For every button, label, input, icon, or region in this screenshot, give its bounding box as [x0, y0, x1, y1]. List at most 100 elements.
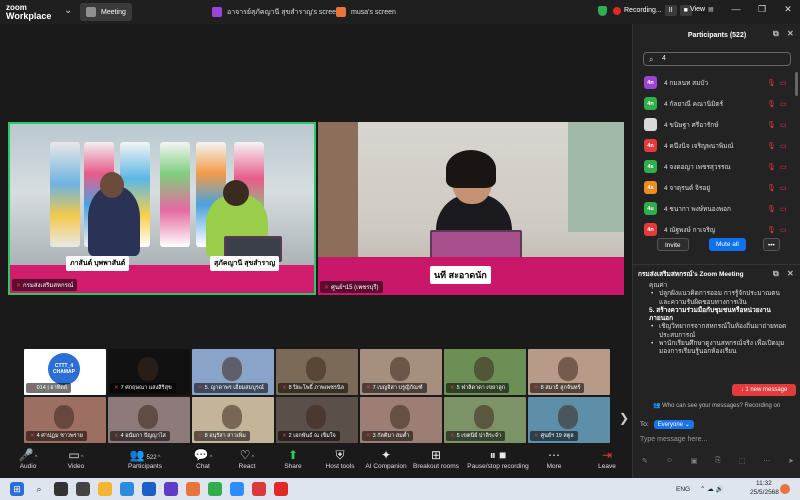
video-button[interactable]: ▭^ Video: [48, 447, 104, 470]
popout-icon[interactable]: ⧉: [773, 269, 779, 279]
pause-stop-recording-button[interactable]: ⏸ ■ Pause/stop recording: [466, 447, 530, 470]
microphone-muted-icon[interactable]: 🎙: [767, 121, 776, 129]
gallery-video-tile[interactable]: ✕ 2 เอกพันธ์ ณ เข็มใจ: [276, 397, 358, 443]
gallery-video-tile[interactable]: ✕ 4 ศาปฏม ชาวพราย: [24, 397, 106, 443]
gallery-video-tile[interactable]: ✕ 7 เบญจิสา บรูญิกัณฑ์: [360, 349, 442, 395]
windows-start-icon[interactable]: ⊞: [10, 482, 24, 496]
video-off-icon[interactable]: ▭: [780, 205, 787, 213]
gallery-video-tile[interactable]: ✕ 7 ศกฤษณา แสงสิริสุข: [108, 349, 190, 395]
breakout-rooms-button[interactable]: ⊞ Breakout rooms: [408, 447, 464, 470]
video-tile-main-1[interactable]: ภาสันต์ บุพพาสันต์ สุภัคญานี สุขสำราญ ✕ ก…: [8, 122, 316, 295]
view-button[interactable]: View ▦: [690, 6, 714, 13]
search-icon[interactable]: ⌕: [32, 482, 46, 496]
microphone-muted-icon[interactable]: 🎙: [767, 79, 776, 87]
tab-screen-share-2[interactable]: musa's screen: [330, 3, 402, 21]
shield-icon[interactable]: [598, 5, 607, 16]
format-icon[interactable]: ✎: [642, 457, 648, 465]
mute-all-button[interactable]: Mute all: [709, 238, 746, 251]
leave-button[interactable]: ⇥ Leave: [579, 447, 635, 470]
chevron-right-icon[interactable]: ❯: [619, 411, 629, 425]
recipient-dropdown[interactable]: Everyone ⌄: [653, 420, 694, 429]
store-icon[interactable]: [142, 482, 156, 496]
app-icon[interactable]: [164, 482, 178, 496]
clock-time[interactable]: 11:32: [756, 480, 772, 487]
pause-recording-button[interactable]: II: [664, 5, 677, 16]
gallery-video-tile[interactable]: ✕ 5. ญาดาพร เอี่ยมสมบูรณ์: [192, 349, 274, 395]
participant-row[interactable]: 4n 4 คนึงนิจ เจริญพนาพิมณ์ 🎙 ▭: [633, 135, 800, 156]
gallery-video-tile[interactable]: CTTT_4 CHAMAP ✕ 014 | อาทิตย์: [24, 349, 106, 395]
restore-icon[interactable]: ❐: [754, 4, 770, 15]
widgets-icon[interactable]: [76, 482, 90, 496]
gallery-video-tile[interactable]: ✕ 8 อนุรัสา สาวเพิ่ม: [192, 397, 274, 443]
participants-button[interactable]: 👥 522^ Participants: [117, 447, 173, 470]
microphone-muted-icon[interactable]: 🎙: [767, 184, 776, 192]
zoom-app-icon[interactable]: [230, 482, 244, 496]
participants-title: Participants (522): [687, 31, 747, 39]
participant-row[interactable]: 4s 4 จงดอญา เพชรสุวรรณ 🎙 ▭: [633, 156, 800, 177]
video-off-icon[interactable]: ▭: [780, 142, 787, 150]
popout-icon[interactable]: ⧉: [773, 29, 779, 39]
who-can-see-label: Who can see your messages? Recording on: [662, 403, 781, 409]
gallery-video-tile[interactable]: ✕ 3 กัลติมา สมต้ำ: [360, 397, 442, 443]
send-icon[interactable]: ➤: [788, 457, 794, 465]
video-off-icon[interactable]: ▭: [780, 184, 787, 192]
tab-screen-share-1[interactable]: อาจารย์สุภัคญานี สุขสำราญ's screen: [206, 3, 346, 21]
gallery-video-tile[interactable]: ✕ 8 ปิยะโพธิ์ ภาพเพชรนิล: [276, 349, 358, 395]
microphone-muted-icon[interactable]: 🎙: [767, 142, 776, 150]
participant-row[interactable]: 4n 4 ณัฐพงษ์ กาเจริญ 🎙 ▭: [633, 219, 800, 240]
gif-icon[interactable]: ▣: [691, 457, 698, 465]
gallery-video-tile[interactable]: ✕ 4 อนัมกา ปัญญาไส: [108, 397, 190, 443]
tray-icons[interactable]: ⌃ ☁ 🔊: [700, 485, 724, 493]
tab-meeting[interactable]: Meeting: [80, 3, 132, 21]
more-button[interactable]: ⋯ More: [526, 447, 582, 470]
video-off-icon[interactable]: ▭: [780, 79, 787, 87]
gallery-video-tile[interactable]: ✕ 8 สมาธิ ลูกจันทร์: [528, 349, 610, 395]
gallery-video-tile[interactable]: ✕ 5 เขตนีย์ ปาลิระจำ: [444, 397, 526, 443]
ai-companion-button[interactable]: ✦ AI Companion: [358, 447, 414, 470]
close-icon[interactable]: ✕: [787, 29, 794, 38]
participant-row[interactable]: 4n 4 กมลนท สมบัว 🎙 ▭: [633, 72, 800, 93]
zoom-logo: zoom Workplace: [6, 3, 51, 21]
gallery-video-tile[interactable]: ✕ 5 ฟาลิดาดา เขยาลูก: [444, 349, 526, 395]
gallery-video-tile[interactable]: ✕ ศูนย์ฯ 19 สตูล: [528, 397, 610, 443]
chat-message-input[interactable]: Type message here...: [640, 436, 707, 443]
video-tile-main-2[interactable]: นที สะอาดนัก ✕ ศูนย์ฯ15 (เพชรบุรี): [318, 122, 624, 295]
close-icon[interactable]: ✕: [787, 269, 794, 278]
participant-row[interactable]: 4n 4 กัลยาณี คณานิมิตร์ 🎙 ▭: [633, 93, 800, 114]
notification-icon[interactable]: [780, 484, 790, 494]
edge-icon[interactable]: [120, 482, 134, 496]
clock-date[interactable]: 25/5/2568: [750, 489, 779, 496]
scrollbar[interactable]: [795, 72, 798, 96]
close-icon[interactable]: ✕: [780, 4, 796, 15]
app-icon[interactable]: [274, 482, 288, 496]
invite-button[interactable]: Invite: [657, 238, 689, 251]
task-view-icon[interactable]: [54, 482, 68, 496]
participant-search-input[interactable]: ⌕ 4: [643, 52, 791, 66]
minimize-icon[interactable]: —: [728, 4, 744, 14]
firefox-icon[interactable]: [186, 482, 200, 496]
more-icon[interactable]: ⋯: [763, 457, 770, 465]
video-off-icon[interactable]: ▭: [780, 226, 787, 234]
file-icon[interactable]: ⎘: [715, 457, 721, 465]
participant-row[interactable]: 4s 4 จาตุรนต์ จิรอยู่ 🎙 ▭: [633, 177, 800, 198]
file-explorer-icon[interactable]: [98, 482, 112, 496]
chrome-icon[interactable]: [208, 482, 222, 496]
who-can-see-link[interactable]: 👥 Who can see your messages? Recording o…: [653, 402, 780, 409]
emoji-icon[interactable]: ☺: [666, 457, 673, 465]
video-off-icon[interactable]: ▭: [780, 100, 787, 108]
microphone-muted-icon[interactable]: 🎙: [767, 163, 776, 171]
video-name: 5. ญาดาพร เอี่ยมสมบูรณ์: [204, 385, 264, 391]
microphone-muted-icon[interactable]: 🎙: [767, 226, 776, 234]
chevron-down-icon[interactable]: ⌄: [64, 5, 72, 16]
participant-row[interactable]: 4 ขนิษฐา ศรีอารักษ์ 🎙 ▭: [633, 114, 800, 135]
app-icon[interactable]: [252, 482, 266, 496]
microphone-muted-icon[interactable]: 🎙: [767, 205, 776, 213]
new-message-button[interactable]: ↓ 1 new message: [732, 384, 796, 396]
microphone-muted-icon[interactable]: 🎙: [767, 100, 776, 108]
keyboard-language[interactable]: ENG: [676, 486, 690, 493]
video-off-icon[interactable]: ▭: [780, 163, 787, 171]
screenshot-icon[interactable]: ⬚: [739, 457, 746, 465]
participant-row[interactable]: 4u 4 ชนากา พงษ์ทนองพอก 🎙 ▭: [633, 198, 800, 219]
more-options-button[interactable]: •••: [763, 238, 780, 251]
video-off-icon[interactable]: ▭: [780, 121, 787, 129]
